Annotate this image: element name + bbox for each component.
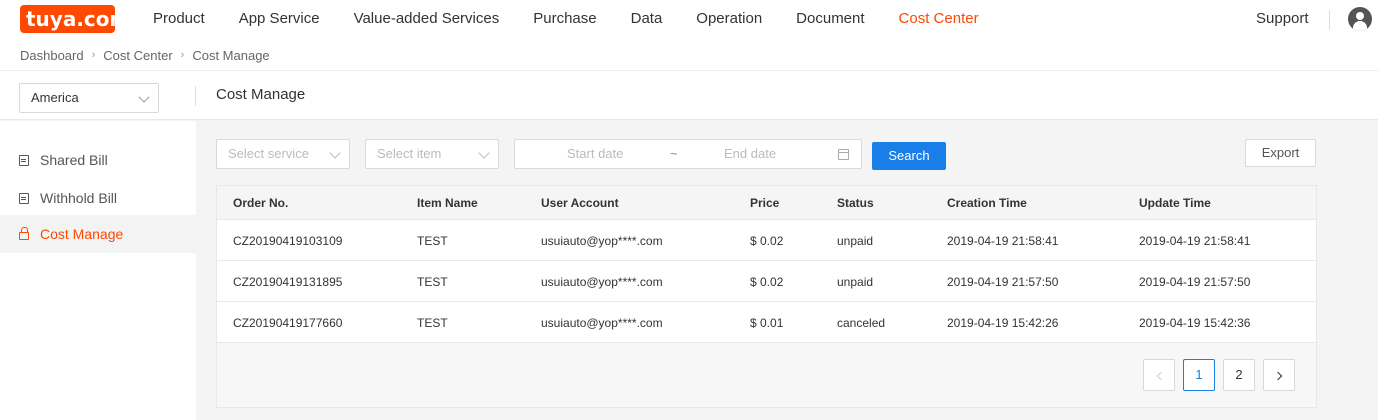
- top-navigation-bar: tuya.com Product App Service Value-added…: [0, 0, 1378, 40]
- cell-creation-time: 2019-04-19 21:57:50: [947, 275, 1059, 289]
- nav-value-added-services[interactable]: Value-added Services: [354, 0, 500, 40]
- calendar-icon[interactable]: [838, 149, 849, 160]
- cell-price: $ 0.02: [750, 234, 784, 248]
- table-row[interactable]: CZ20190419131895 TEST usuiauto@yop****.c…: [217, 261, 1316, 302]
- export-button[interactable]: Export: [1245, 139, 1316, 167]
- avatar-body: [1353, 21, 1367, 31]
- table-footer: 1 2: [217, 343, 1316, 407]
- column-header-price[interactable]: Price: [750, 196, 779, 210]
- cell-price: $ 0.01: [750, 316, 784, 330]
- sidebar-item-label: Cost Manage: [40, 226, 124, 242]
- cell-user-account: usuiauto@yop****.com: [541, 234, 663, 248]
- cell-status: unpaid: [837, 234, 874, 248]
- sidebar-item-withhold-bill[interactable]: Withhold Bill: [0, 179, 196, 217]
- cell-order-no: CZ20190419103109: [233, 234, 343, 248]
- sidebar: Shared Bill Withhold Bill Cost Manage: [0, 121, 196, 420]
- cell-order-no: CZ20190419131895: [233, 275, 343, 289]
- end-date-input[interactable]: End date: [724, 140, 776, 168]
- column-header-user-account[interactable]: User Account: [541, 196, 619, 210]
- chevron-left-icon: [1156, 371, 1165, 381]
- breadcrumb-cost-manage: Cost Manage: [192, 47, 270, 63]
- next-page-button[interactable]: [1263, 359, 1295, 391]
- orders-table: Order No. Item Name User Account Price S…: [216, 185, 1317, 408]
- support-link[interactable]: Support: [1256, 0, 1309, 38]
- sidebar-item-label: Shared Bill: [40, 152, 108, 168]
- column-header-creation-time[interactable]: Creation Time: [947, 196, 1027, 210]
- column-header-item-name[interactable]: Item Name: [417, 196, 478, 210]
- cell-update-time: 2019-04-19 15:42:36: [1139, 316, 1251, 330]
- region-select-value: America: [31, 90, 79, 105]
- search-button[interactable]: Search: [872, 142, 946, 170]
- cell-price: $ 0.02: [750, 275, 784, 289]
- document-icon: [19, 192, 29, 204]
- cell-item-name: TEST: [417, 234, 448, 248]
- column-header-order-no[interactable]: Order No.: [233, 196, 288, 210]
- column-header-status[interactable]: Status: [837, 196, 874, 210]
- service-select-placeholder: Select service: [228, 146, 309, 161]
- nav-data[interactable]: Data: [631, 0, 663, 40]
- nav-product[interactable]: Product: [153, 0, 205, 40]
- cell-item-name: TEST: [417, 275, 448, 289]
- user-avatar-icon[interactable]: [1348, 7, 1372, 31]
- column-header-update-time[interactable]: Update Time: [1139, 196, 1211, 210]
- chevron-right-icon: ›: [91, 49, 96, 61]
- cell-order-no: CZ20190419177660: [233, 316, 343, 330]
- chevron-down-icon: [329, 147, 341, 159]
- chevron-right-icon: [1273, 371, 1282, 381]
- cell-user-account: usuiauto@yop****.com: [541, 316, 663, 330]
- cell-user-account: usuiauto@yop****.com: [541, 275, 663, 289]
- table-row[interactable]: CZ20190419177660 TEST usuiauto@yop****.c…: [217, 302, 1316, 343]
- table-header: Order No. Item Name User Account Price S…: [217, 186, 1316, 220]
- main-nav: Product App Service Value-added Services…: [153, 0, 1013, 40]
- cell-update-time: 2019-04-19 21:58:41: [1139, 234, 1251, 248]
- nav-app-service[interactable]: App Service: [239, 0, 320, 40]
- breadcrumb: Dashboard › Cost Center › Cost Manage: [20, 40, 270, 70]
- cell-status: unpaid: [837, 275, 874, 289]
- page-button-2[interactable]: 2: [1223, 359, 1255, 391]
- service-select[interactable]: Select service: [216, 139, 350, 169]
- nav-operation[interactable]: Operation: [696, 0, 762, 40]
- item-select[interactable]: Select item: [365, 139, 499, 169]
- page-button-1[interactable]: 1: [1183, 359, 1215, 391]
- cell-creation-time: 2019-04-19 15:42:26: [947, 316, 1059, 330]
- date-separator: ~: [670, 146, 678, 161]
- chevron-down-icon: [478, 147, 490, 159]
- nav-cost-center[interactable]: Cost Center: [899, 0, 979, 40]
- nav-document[interactable]: Document: [796, 0, 864, 40]
- nav-purchase[interactable]: Purchase: [533, 0, 596, 40]
- avatar-head: [1356, 12, 1364, 20]
- cell-update-time: 2019-04-19 21:57:50: [1139, 275, 1251, 289]
- document-icon: [19, 154, 29, 166]
- tuya-logo[interactable]: tuya.com: [20, 5, 130, 33]
- item-select-placeholder: Select item: [377, 146, 442, 161]
- cell-creation-time: 2019-04-19 21:58:41: [947, 234, 1059, 248]
- chevron-right-icon: ›: [180, 49, 185, 61]
- nav-divider: [1329, 10, 1330, 30]
- cell-item-name: TEST: [417, 316, 448, 330]
- sidebar-item-shared-bill[interactable]: Shared Bill: [0, 141, 196, 179]
- page-title: Cost Manage: [216, 86, 306, 103]
- region-select[interactable]: America: [19, 83, 159, 113]
- date-range-picker[interactable]: Start date ~ End date: [514, 139, 862, 169]
- region-divider: [195, 86, 196, 106]
- sidebar-item-cost-manage[interactable]: Cost Manage: [0, 215, 196, 253]
- breadcrumb-cost-center[interactable]: Cost Center: [103, 48, 172, 63]
- cell-status: canceled: [837, 316, 886, 330]
- sidebar-item-label: Withhold Bill: [40, 190, 118, 206]
- region-bar: America Cost Manage: [0, 70, 1378, 120]
- start-date-input[interactable]: Start date: [567, 140, 623, 168]
- chevron-down-icon: [138, 91, 150, 103]
- prev-page-button[interactable]: [1143, 359, 1175, 391]
- lock-icon: [19, 226, 29, 240]
- table-row[interactable]: CZ20190419103109 TEST usuiauto@yop****.c…: [217, 220, 1316, 261]
- breadcrumb-dashboard[interactable]: Dashboard: [20, 48, 84, 63]
